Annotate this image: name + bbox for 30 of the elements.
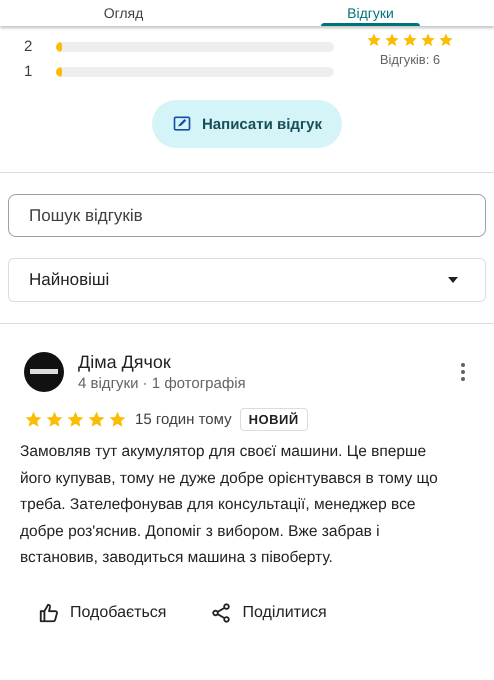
review-count: Відгуків: 6 bbox=[380, 52, 440, 67]
more-icon[interactable] bbox=[460, 362, 466, 382]
tab[interactable]: Відгуки bbox=[247, 0, 494, 26]
new-badge: НОВИЙ bbox=[240, 408, 308, 431]
star-icon bbox=[384, 32, 400, 48]
star-icon bbox=[87, 410, 106, 429]
sort-dropdown[interactable]: Найновіші bbox=[8, 258, 486, 302]
caret-icon bbox=[447, 276, 459, 284]
thumbs-up-icon bbox=[38, 602, 60, 624]
share-icon bbox=[210, 602, 232, 624]
star-icon bbox=[438, 32, 454, 48]
star-icon bbox=[366, 32, 382, 48]
tab[interactable]: Огляд bbox=[0, 0, 247, 26]
rating-label: 2 bbox=[24, 38, 32, 55]
star-icon bbox=[45, 410, 64, 429]
share-button[interactable]: Поділитися bbox=[210, 602, 327, 624]
write-review-button[interactable]: Написати відгук bbox=[152, 100, 342, 148]
star-icon bbox=[24, 410, 43, 429]
review-text: Замовляв тут акумулятор для своєї машини. Це вперше його купував, тому не дуже добре орієнтувався в тому що треба. Зателефонував для консультації, менеджер все добре роз'яснив. Допоміг з вибором. Вже забрав і встановив, заводиться машина з півоберту. bbox=[20, 442, 439, 568]
rating-label: 1 bbox=[24, 63, 32, 80]
author-meta: 4 відгуки · 1 фотографія bbox=[78, 375, 247, 392]
review-time: 15 годин тому bbox=[135, 411, 232, 428]
like-button[interactable]: Подобається bbox=[38, 602, 166, 624]
search-field[interactable]: Пошук відгуків bbox=[8, 194, 486, 237]
star-icon bbox=[108, 410, 127, 429]
author-name[interactable]: Діма Дячок bbox=[78, 352, 446, 373]
star-icon bbox=[66, 410, 85, 429]
star-icon bbox=[420, 32, 436, 48]
avatar[interactable] bbox=[24, 352, 64, 392]
star-icon bbox=[402, 32, 418, 48]
